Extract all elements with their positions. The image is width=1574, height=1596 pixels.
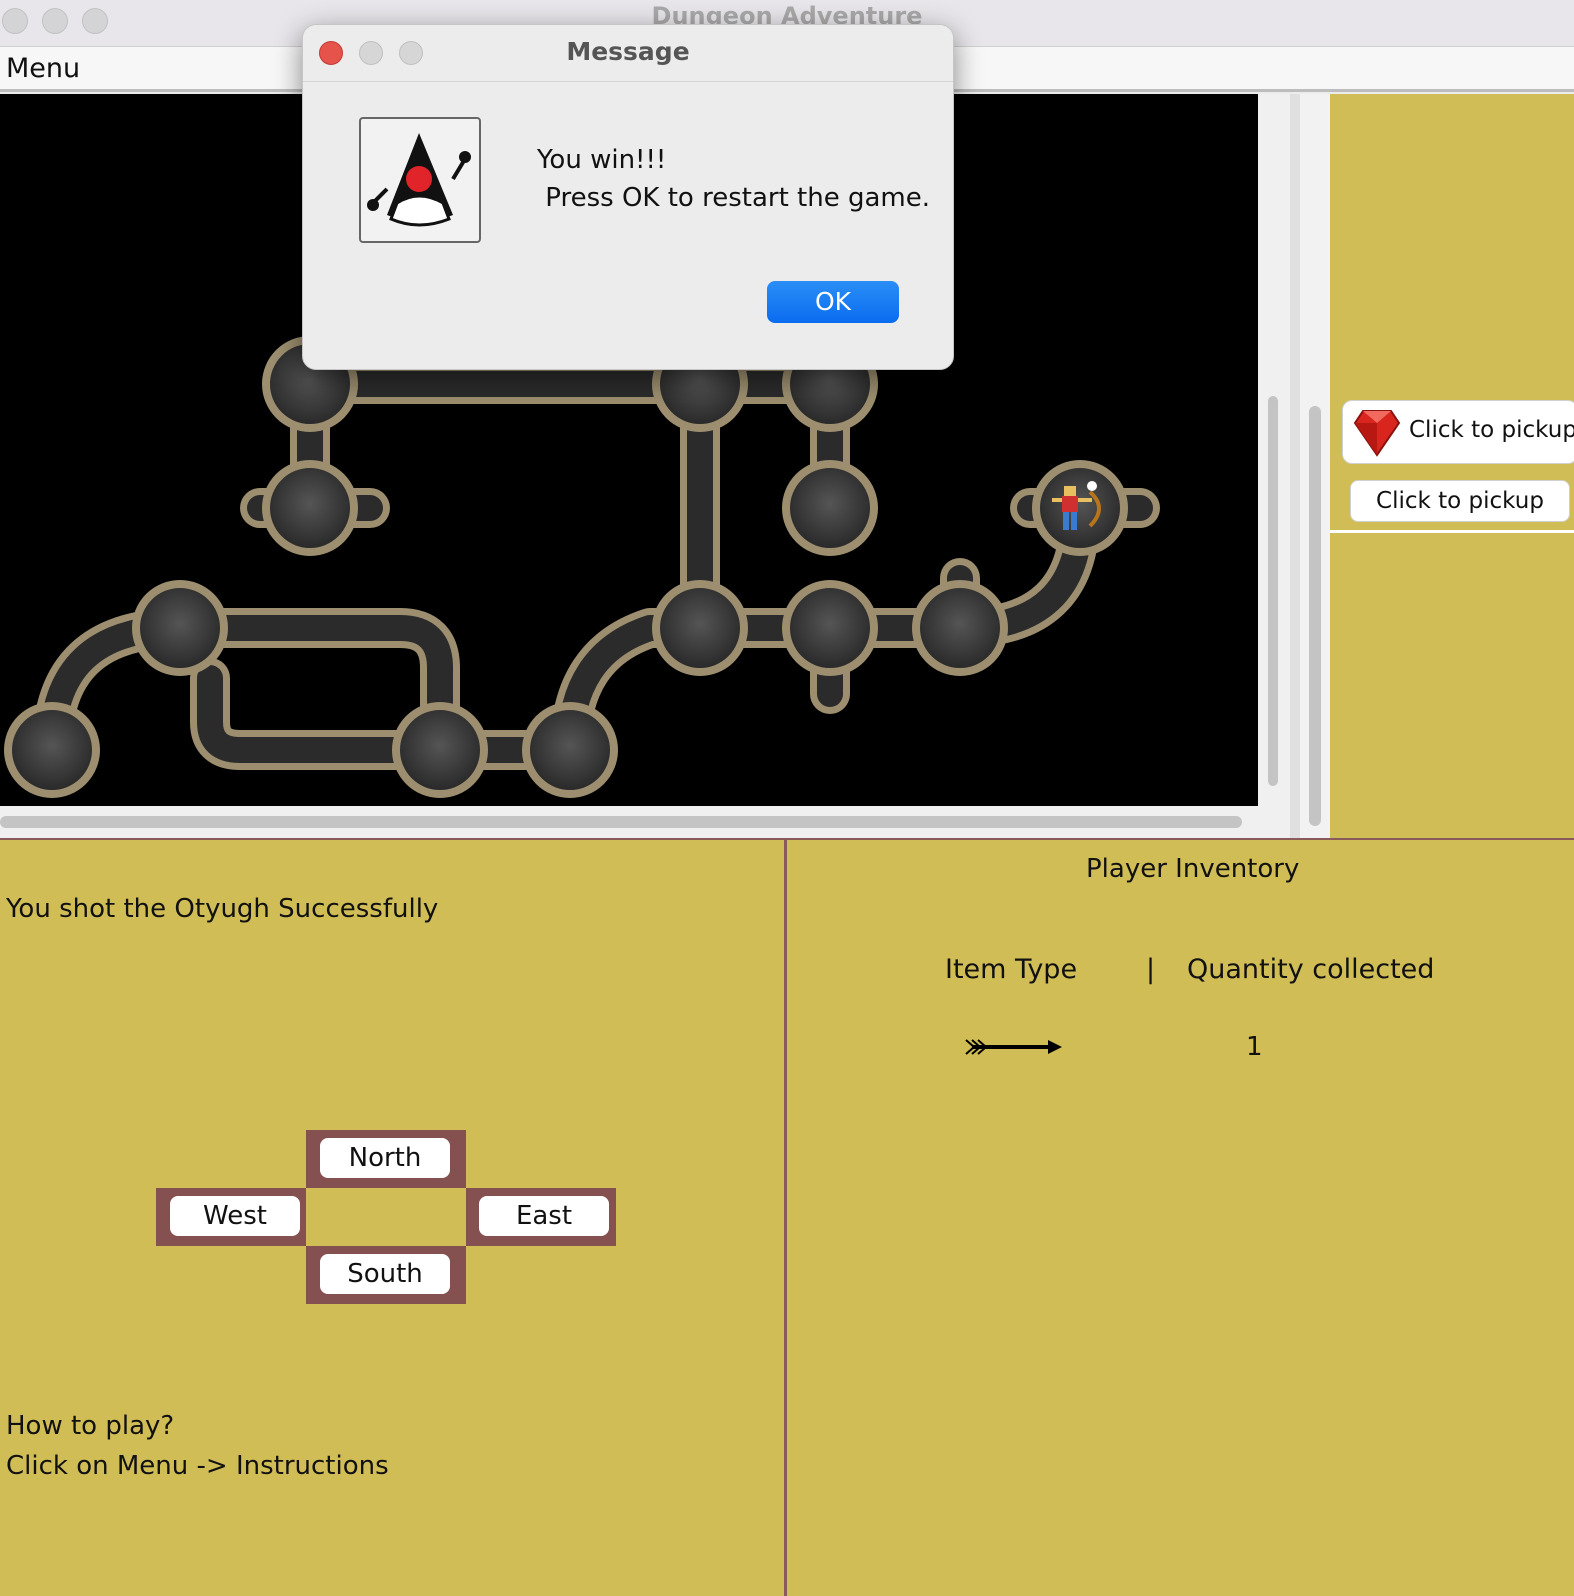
howto-line2: Click on Menu -> Instructions (6, 1451, 389, 1481)
inventory-quantity: 1 (1246, 1032, 1263, 1062)
scroll-thumb[interactable] (1309, 406, 1321, 826)
scroll-thumb[interactable] (1268, 396, 1278, 786)
bottom-divider (784, 840, 787, 1596)
pickup-gem-button[interactable]: Click to pickup (1342, 400, 1574, 464)
dialog-message: You win!!! Press OK to restart the game. (537, 145, 930, 213)
side-panel: Click to pickup Click to pickup (1330, 94, 1574, 838)
scroll-thumb[interactable] (0, 816, 1242, 828)
map-vertical-scrollbar[interactable] (1258, 94, 1290, 838)
inventory-col-item: Item Type (945, 954, 1078, 985)
status-message: You shot the Otyugh Successfully (6, 894, 439, 924)
dialog-title: Message (566, 37, 690, 66)
divider (1330, 530, 1574, 533)
gem-icon (1353, 410, 1401, 457)
panel-divider (1290, 94, 1300, 838)
inventory-title: Player Inventory (1086, 854, 1300, 884)
pickup-button[interactable]: Click to pickup (1350, 480, 1570, 522)
message-dialog: Message You win!!! Press OK to restart t… (302, 24, 954, 370)
map-horizontal-scrollbar[interactable] (0, 806, 1258, 838)
south-button[interactable]: South (320, 1254, 450, 1294)
dpad-center (306, 1188, 466, 1246)
howto-text: How to play? Click on Menu -> Instructio… (6, 1406, 389, 1486)
side-vertical-scrollbar[interactable] (1300, 94, 1330, 838)
inventory-col-separator: | (1146, 954, 1156, 985)
east-button[interactable]: East (479, 1196, 609, 1236)
pickup-label: Click to pickup (1409, 417, 1574, 443)
ok-button[interactable]: OK (767, 281, 899, 323)
duke-icon (359, 117, 481, 243)
bottom-panel: You shot the Otyugh Successfully North W… (0, 838, 1574, 1596)
menu-item[interactable]: Menu (6, 53, 80, 84)
dialog-titlebar: Message (303, 25, 953, 82)
inventory-col-quantity: Quantity collected (1187, 954, 1435, 985)
howto-line1: How to play? (6, 1411, 175, 1441)
north-button[interactable]: North (320, 1138, 450, 1178)
west-button[interactable]: West (170, 1196, 300, 1236)
arrow-icon (965, 1039, 1062, 1055)
